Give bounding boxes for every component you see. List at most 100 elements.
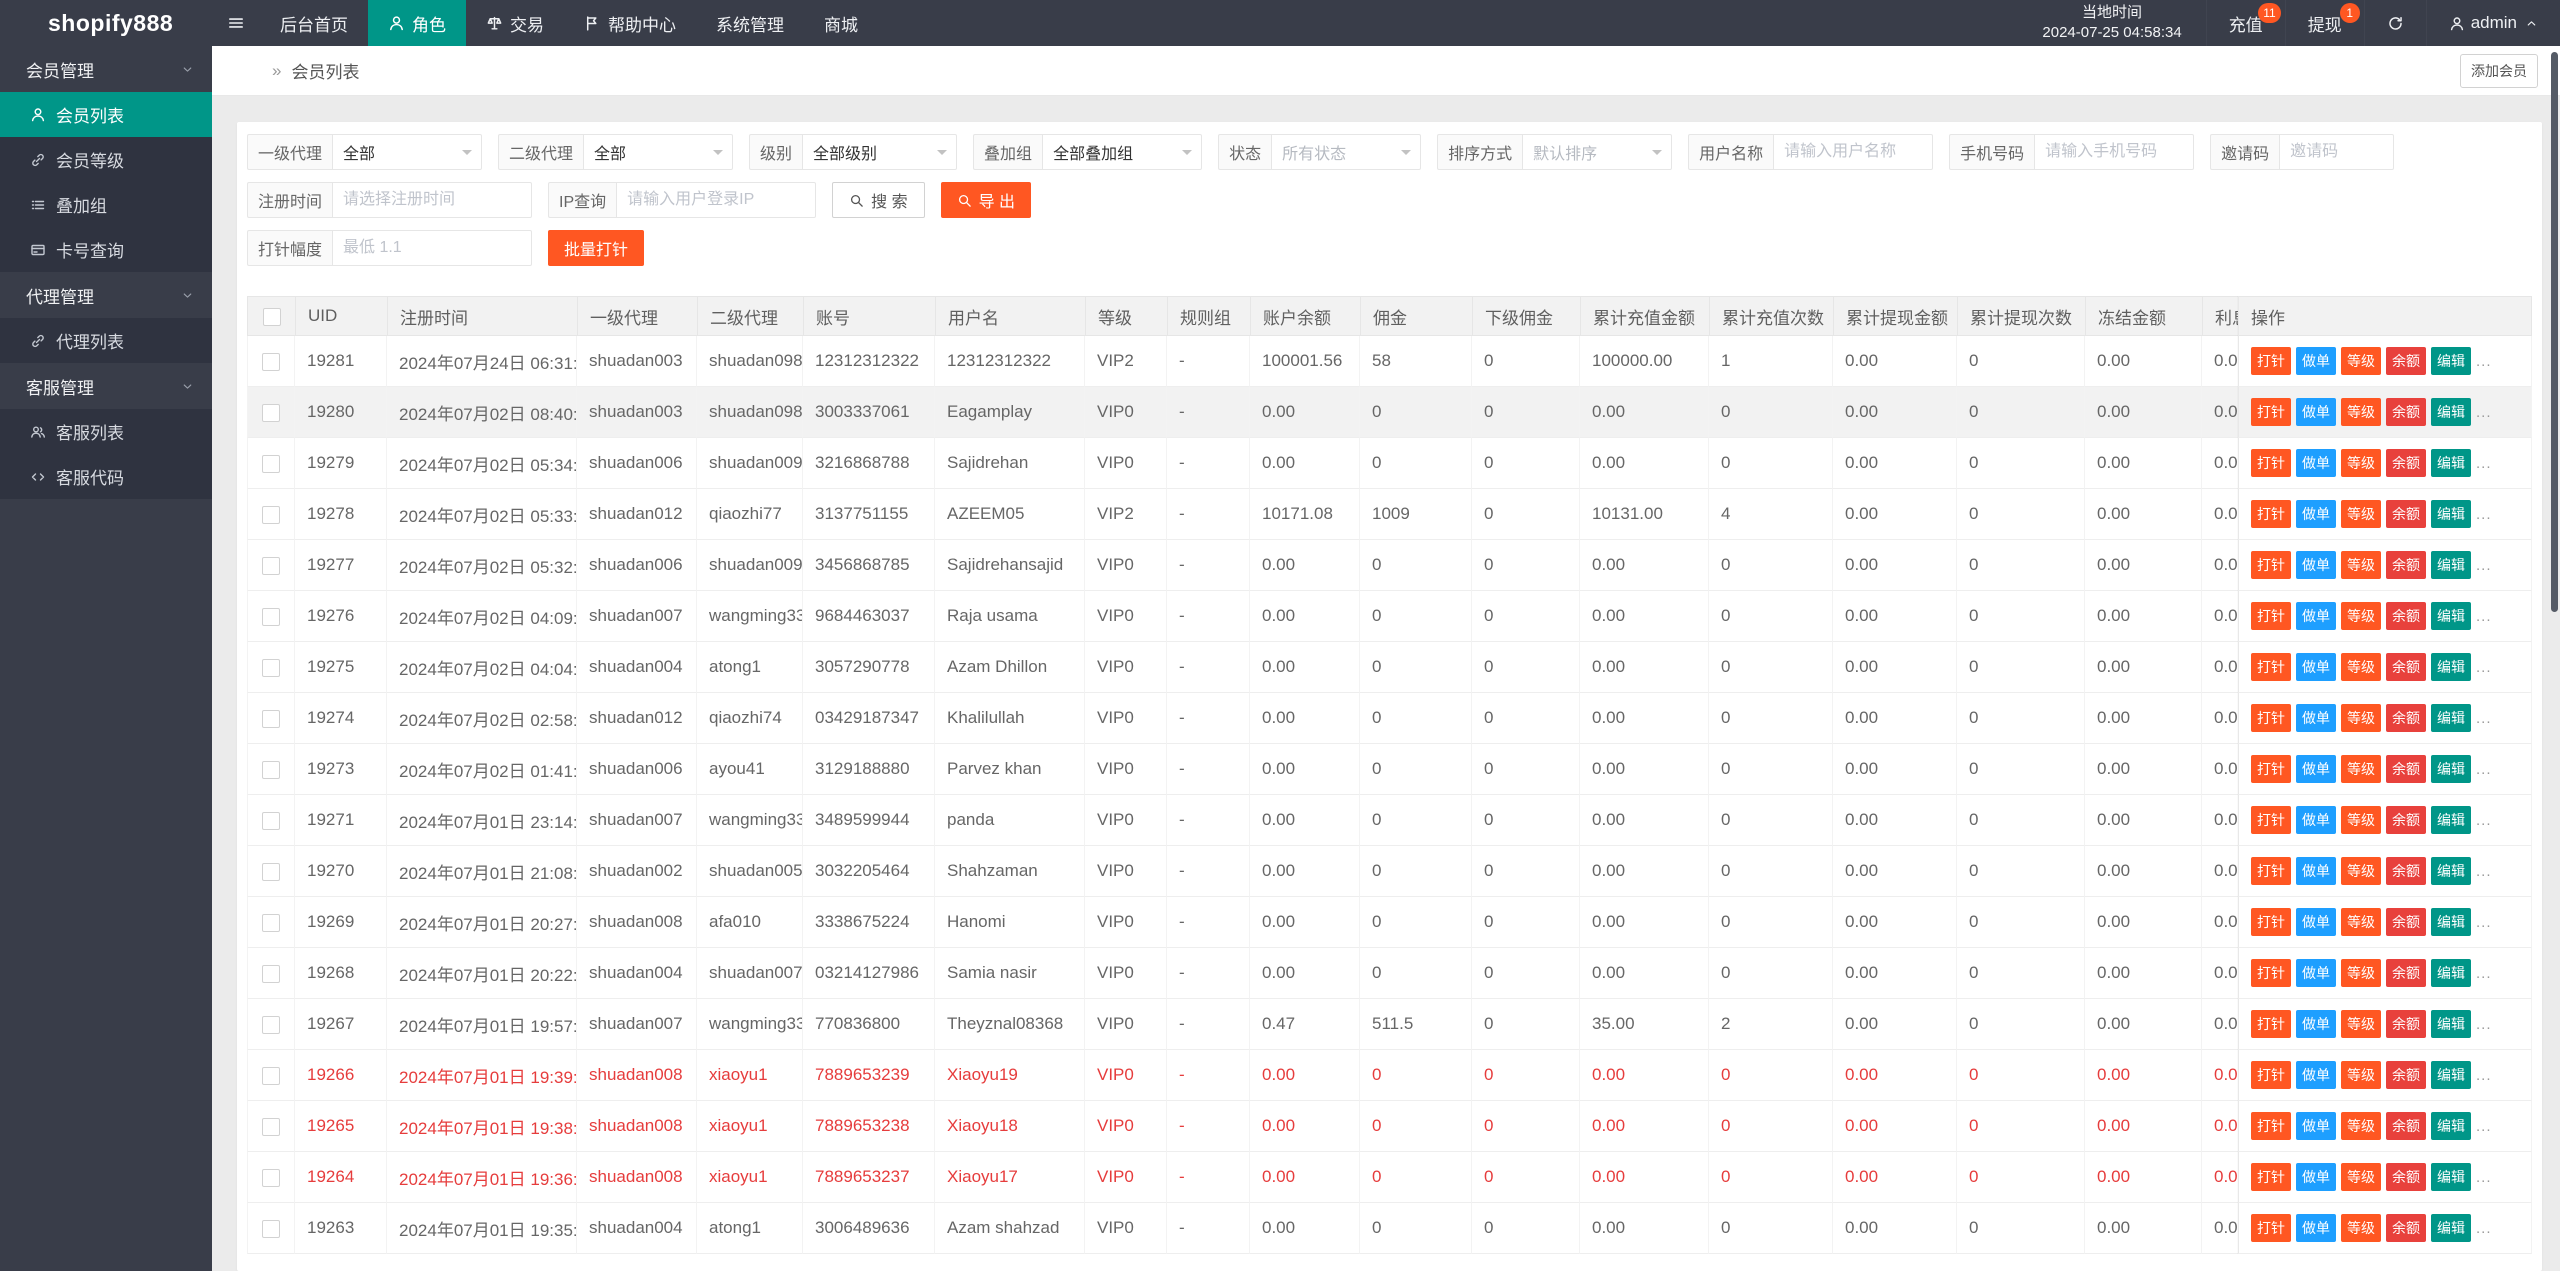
more-actions[interactable]: ...: [2476, 761, 2492, 778]
balance-button[interactable]: 余额: [2386, 551, 2426, 579]
order-button[interactable]: 做单: [2296, 1112, 2336, 1140]
inject-button[interactable]: 打针: [2251, 1214, 2291, 1242]
inject-button[interactable]: 打针: [2251, 1163, 2291, 1191]
search-button[interactable]: 搜 索: [832, 182, 925, 218]
edit-button[interactable]: 编辑: [2431, 551, 2471, 579]
level-button[interactable]: 等级: [2341, 755, 2381, 783]
sidebar-group-agent-mgmt[interactable]: 代理管理: [0, 272, 212, 318]
balance-button[interactable]: 余额: [2386, 959, 2426, 987]
inject-button[interactable]: 打针: [2251, 857, 2291, 885]
more-actions[interactable]: ...: [2476, 557, 2492, 574]
edit-button[interactable]: 编辑: [2431, 755, 2471, 783]
row-checkbox[interactable]: [262, 913, 280, 932]
agent1-select[interactable]: 全部: [332, 134, 483, 170]
level-button[interactable]: 等级: [2341, 1163, 2381, 1191]
status-select[interactable]: 所有状态: [1271, 134, 1422, 170]
balance-button[interactable]: 余额: [2386, 449, 2426, 477]
edit-button[interactable]: 编辑: [2431, 1214, 2471, 1242]
balance-button[interactable]: 余额: [2386, 653, 2426, 681]
username-input[interactable]: [1773, 134, 1934, 170]
more-actions[interactable]: ...: [2476, 965, 2492, 982]
topnav-item-trade[interactable]: 交易: [466, 0, 564, 46]
sidebar-group-member-mgmt[interactable]: 会员管理: [0, 46, 212, 92]
more-actions[interactable]: ...: [2476, 1067, 2492, 1084]
inject-button[interactable]: 打针: [2251, 755, 2291, 783]
more-actions[interactable]: ...: [2476, 404, 2492, 421]
row-checkbox[interactable]: [262, 505, 280, 524]
scrollbar-thumb[interactable]: [2551, 52, 2558, 612]
balance-button[interactable]: 余额: [2386, 755, 2426, 783]
row-checkbox[interactable]: [262, 556, 280, 575]
balance-button[interactable]: 余额: [2386, 806, 2426, 834]
order-button[interactable]: 做单: [2296, 551, 2336, 579]
more-actions[interactable]: ...: [2476, 1118, 2492, 1135]
sidebar-item-member-list[interactable]: 会员列表: [0, 92, 212, 137]
sidebar-item-service-list[interactable]: 客服列表: [0, 409, 212, 454]
level-button[interactable]: 等级: [2341, 602, 2381, 630]
edit-button[interactable]: 编辑: [2431, 908, 2471, 936]
regtime-input[interactable]: [332, 182, 533, 218]
level-button[interactable]: 等级: [2341, 398, 2381, 426]
inject-input[interactable]: [332, 230, 533, 266]
balance-button[interactable]: 余额: [2386, 704, 2426, 732]
more-actions[interactable]: ...: [2476, 608, 2492, 625]
sidebar-item-service-code[interactable]: 客服代码: [0, 454, 212, 499]
row-checkbox[interactable]: [262, 352, 280, 371]
order-button[interactable]: 做单: [2296, 653, 2336, 681]
add-member-button[interactable]: 添加会员: [2460, 53, 2538, 88]
level-button[interactable]: 等级: [2341, 551, 2381, 579]
edit-button[interactable]: 编辑: [2431, 704, 2471, 732]
batch-inject-button[interactable]: 批量打针: [548, 230, 645, 266]
level-button[interactable]: 等级: [2341, 1112, 2381, 1140]
order-button[interactable]: 做单: [2296, 704, 2336, 732]
sidebar-item-agent-list[interactable]: 代理列表: [0, 318, 212, 363]
inject-button[interactable]: 打针: [2251, 1061, 2291, 1089]
order-button[interactable]: 做单: [2296, 602, 2336, 630]
more-actions[interactable]: ...: [2476, 1220, 2492, 1237]
inject-button[interactable]: 打针: [2251, 959, 2291, 987]
inject-button[interactable]: 打针: [2251, 398, 2291, 426]
order-button[interactable]: 做单: [2296, 398, 2336, 426]
order-button[interactable]: 做单: [2296, 1214, 2336, 1242]
row-checkbox[interactable]: [262, 1168, 280, 1187]
balance-button[interactable]: 余额: [2386, 500, 2426, 528]
topnav-item-mall[interactable]: 商城: [804, 0, 878, 46]
balance-button[interactable]: 余额: [2386, 857, 2426, 885]
edit-button[interactable]: 编辑: [2431, 347, 2471, 375]
order-button[interactable]: 做单: [2296, 1010, 2336, 1038]
row-checkbox[interactable]: [262, 607, 280, 626]
order-button[interactable]: 做单: [2296, 806, 2336, 834]
inject-button[interactable]: 打针: [2251, 908, 2291, 936]
balance-button[interactable]: 余额: [2386, 1112, 2426, 1140]
inject-button[interactable]: 打针: [2251, 653, 2291, 681]
inject-button[interactable]: 打针: [2251, 551, 2291, 579]
withdraw-nav[interactable]: 提现 1: [2284, 0, 2364, 46]
sidebar-item-stack-group[interactable]: 叠加组: [0, 182, 212, 227]
level-button[interactable]: 等级: [2341, 653, 2381, 681]
more-actions[interactable]: ...: [2476, 506, 2492, 523]
user-menu[interactable]: admin: [2425, 0, 2560, 46]
edit-button[interactable]: 编辑: [2431, 398, 2471, 426]
row-checkbox[interactable]: [262, 1066, 280, 1085]
level-button[interactable]: 等级: [2341, 959, 2381, 987]
edit-button[interactable]: 编辑: [2431, 857, 2471, 885]
more-actions[interactable]: ...: [2476, 455, 2492, 472]
edit-button[interactable]: 编辑: [2431, 449, 2471, 477]
select-all-checkbox[interactable]: [262, 307, 281, 326]
order-button[interactable]: 做单: [2296, 1163, 2336, 1191]
order-button[interactable]: 做单: [2296, 857, 2336, 885]
level-button[interactable]: 等级: [2341, 806, 2381, 834]
topnav-item-system[interactable]: 系统管理: [696, 0, 804, 46]
row-checkbox[interactable]: [262, 760, 280, 779]
order-button[interactable]: 做单: [2296, 449, 2336, 477]
row-checkbox[interactable]: [262, 1219, 280, 1238]
sidebar-item-card-query[interactable]: 卡号查询: [0, 227, 212, 272]
balance-button[interactable]: 余额: [2386, 347, 2426, 375]
edit-button[interactable]: 编辑: [2431, 500, 2471, 528]
row-checkbox[interactable]: [262, 658, 280, 677]
export-button[interactable]: 导 出: [940, 182, 1032, 218]
balance-button[interactable]: 余额: [2386, 1214, 2426, 1242]
order-button[interactable]: 做单: [2296, 755, 2336, 783]
sidebar-group-service-mgmt[interactable]: 客服管理: [0, 363, 212, 409]
order-button[interactable]: 做单: [2296, 959, 2336, 987]
